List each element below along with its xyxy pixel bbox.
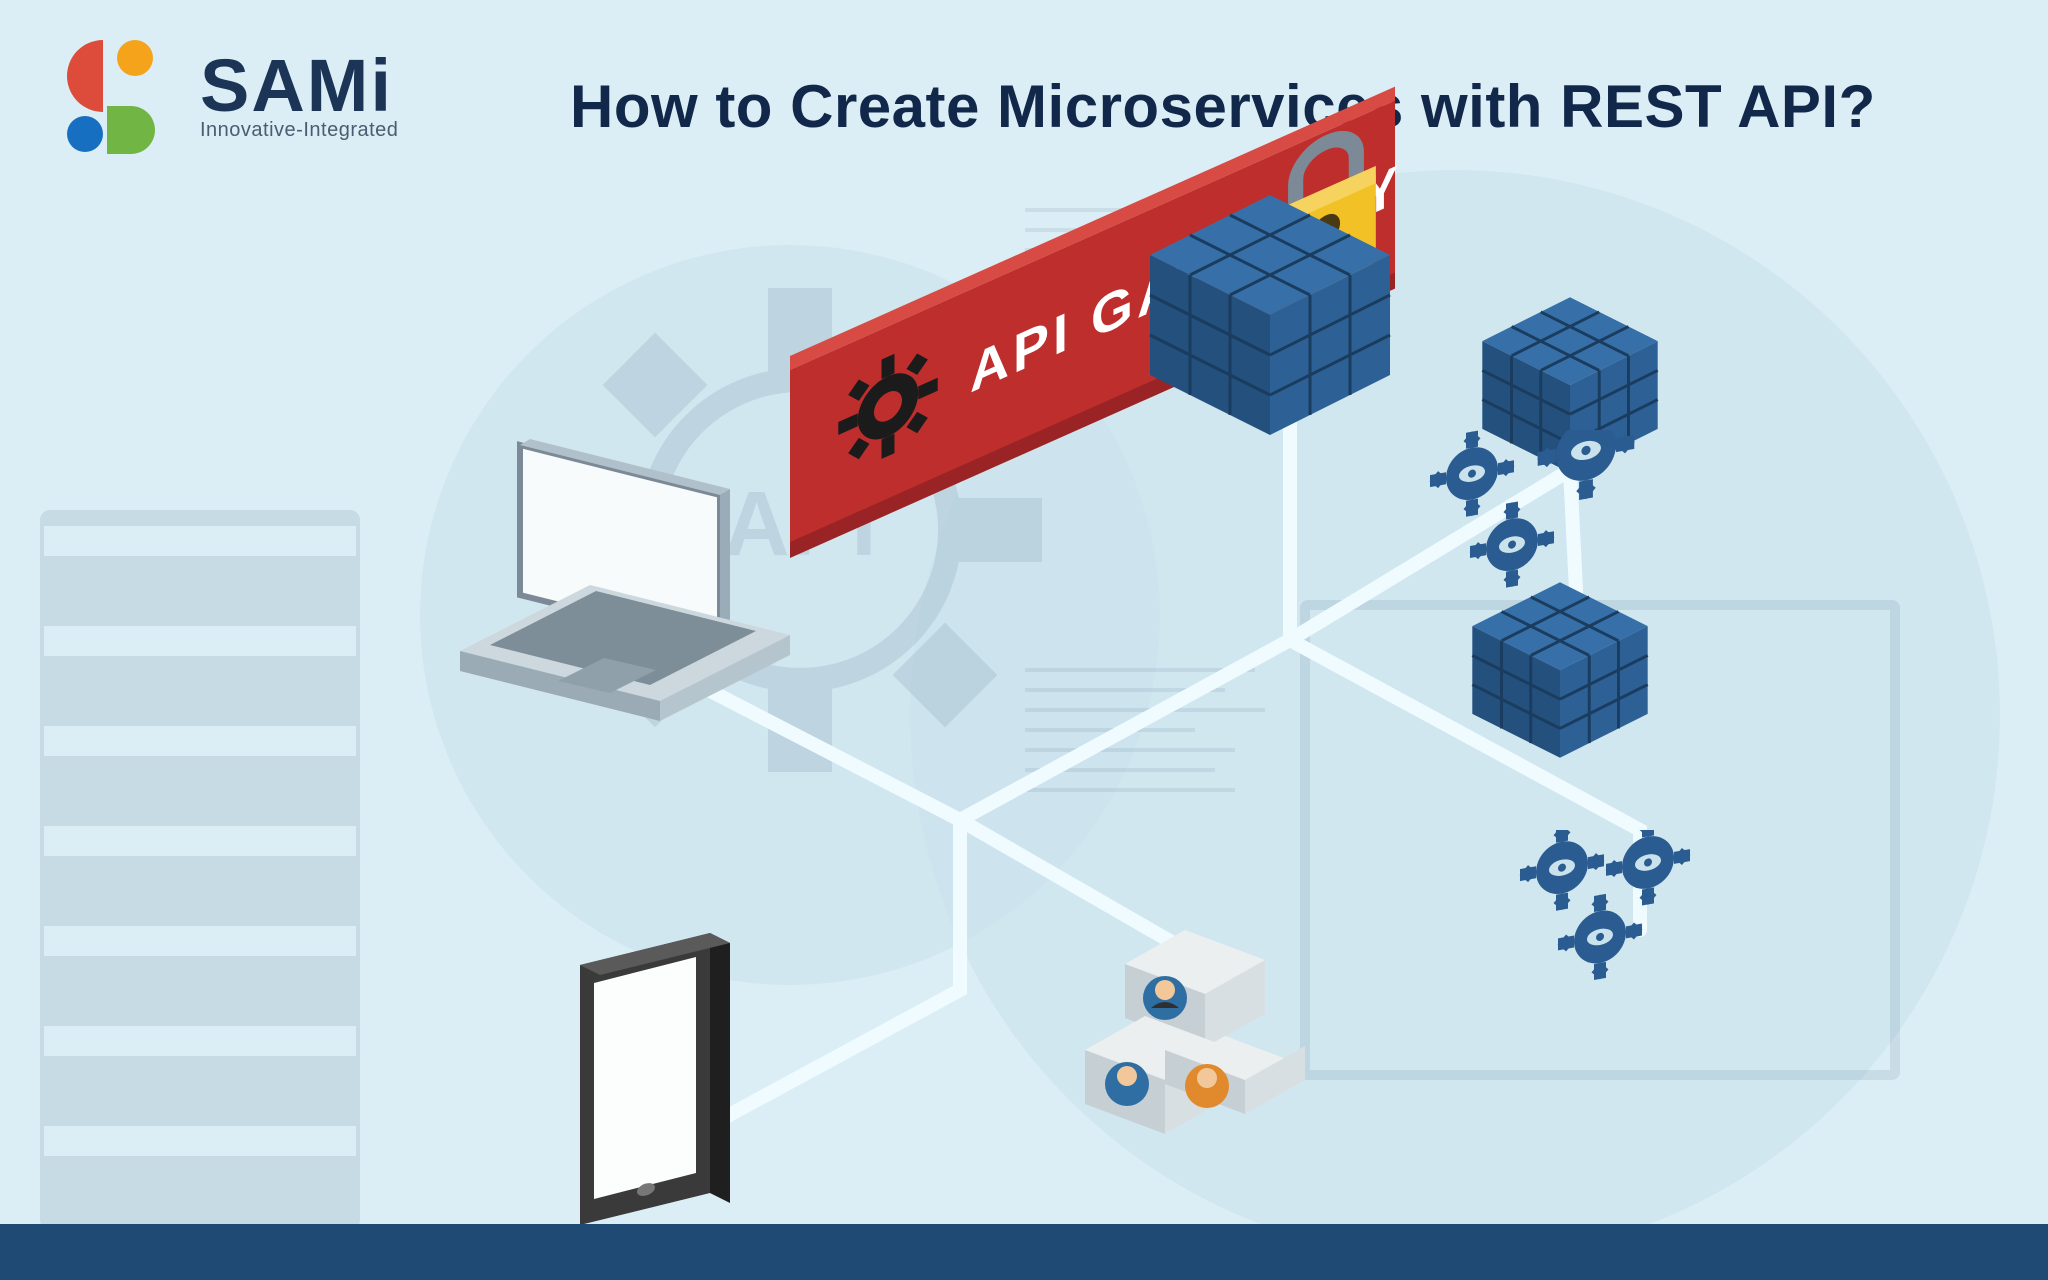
page-title: How to Create Microservices with REST AP… [570, 72, 1876, 141]
brand-logo-mark [55, 40, 165, 150]
bg-server-rack [40, 510, 360, 1230]
brand-logo: SAMi Innovative-Integrated [55, 40, 398, 150]
microservice-cluster-1-icon [1140, 185, 1400, 450]
brand-tagline: Innovative-Integrated [200, 119, 398, 142]
processing-services-2-icon [1492, 830, 1732, 1005]
gear-icon [834, 328, 942, 489]
client-mobile-icon [560, 925, 760, 1250]
brand-name: SAMi [200, 49, 398, 123]
client-laptop-icon [460, 435, 800, 740]
processing-services-1-icon [1402, 430, 1662, 625]
footer-bar [0, 1224, 2048, 1280]
user-directory-icon [1075, 920, 1325, 1145]
